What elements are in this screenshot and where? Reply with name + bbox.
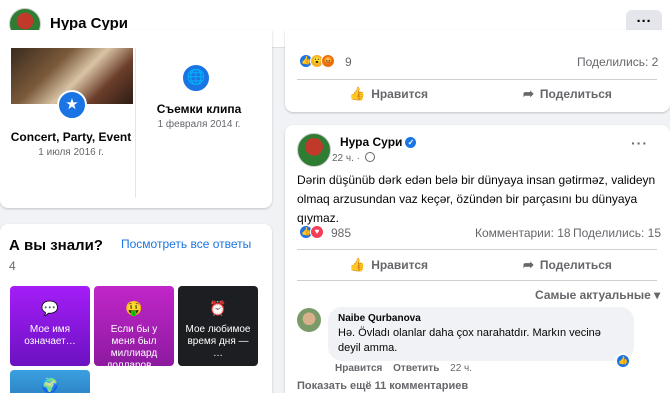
album-title[interactable]: Concert, Party, Event — [6, 130, 136, 144]
comment-like-icon[interactable]: 👍 — [615, 353, 631, 369]
comment-bubble: Naibe Qurbanova Hə. Övladı olanlar daha … — [328, 307, 634, 361]
comment-actions: Нравится Ответить 22 ч. — [335, 363, 472, 374]
like-label: Нравится — [371, 258, 429, 272]
shares-count[interactable]: Поделились: 2 — [577, 55, 658, 69]
album-date: 1 февраля 2014 г. — [157, 119, 241, 130]
love-reaction-icon: ♥ — [310, 225, 324, 239]
reaction-icons[interactable]: 👍 😮 😡 — [299, 54, 335, 68]
share-arrow-icon: ➦ — [523, 257, 534, 272]
tile-text: Мое любимое время дня — … — [185, 324, 251, 359]
reaction-count[interactable]: 985 — [331, 226, 351, 240]
share-button[interactable]: ➦ Поделиться — [523, 257, 612, 273]
verified-badge-icon: ✓ — [405, 137, 417, 148]
author-name: Нура Сури — [340, 135, 403, 149]
like-label: Нравится — [371, 87, 429, 101]
comment-sort-dropdown[interactable]: Самые актуальные ▾ — [535, 288, 660, 302]
post-card: 👍 😮 😡 9 Поделились: 2 👍 Нравится ➦ Подел… — [285, 30, 670, 112]
shares-count[interactable]: Поделились: 15 — [573, 226, 661, 240]
share-arrow-icon: ➦ — [523, 86, 534, 101]
star-icon: ★ — [57, 90, 87, 120]
album-title[interactable]: Съемки клипа — [134, 102, 264, 116]
reaction-icons[interactable]: 👍 ♥ — [299, 225, 324, 239]
see-all-answers-link[interactable]: Посмотреть все ответы — [121, 237, 251, 251]
answer-tile[interactable]: 🤑 Если бы у меня был миллиард долларов… — [94, 286, 174, 366]
comments-count[interactable]: Комментарии: 18 — [475, 226, 571, 240]
globe-icon — [364, 152, 375, 162]
albums-card: ★ Concert, Party, Event 1 июля 2016 г. 🌐… — [0, 30, 272, 208]
share-button[interactable]: ➦ Поделиться — [523, 86, 612, 102]
section-title: А вы знали? — [9, 237, 103, 254]
commenter-avatar[interactable] — [297, 308, 321, 332]
share-label: Поделиться — [539, 258, 612, 272]
globe-icon: 🌍 — [41, 377, 59, 393]
comment-author[interactable]: Naibe Qurbanova — [338, 313, 421, 324]
post-options-button[interactable]: ··· — [631, 135, 648, 151]
did-you-know-card: А вы знали? Посмотреть все ответы 4 💬 Мо… — [0, 224, 272, 393]
divider — [297, 249, 657, 250]
show-more-comments-link[interactable]: Показать ещё 11 комментариев — [297, 380, 468, 392]
comment-like-button[interactable]: Нравится — [335, 363, 382, 374]
answer-tile[interactable]: ⏰ Мое любимое время дня — … — [178, 286, 258, 366]
post-text: Dərin düşünüb dərk edən belə bir dünyaya… — [297, 173, 656, 225]
post-author[interactable]: Нура Сури ✓ — [340, 135, 417, 149]
author-avatar[interactable] — [297, 133, 331, 167]
answer-tile[interactable]: 💬 Мое имя означает… — [10, 286, 90, 366]
thumbs-up-icon: 👍 — [349, 257, 366, 272]
time-text: 22 ч. — [332, 153, 354, 164]
thumbs-up-icon: 👍 — [349, 86, 366, 101]
money-face-icon: 🤑 — [125, 300, 143, 316]
divider — [297, 280, 657, 281]
comment-reply-button[interactable]: Ответить — [393, 363, 439, 374]
divider — [297, 79, 657, 80]
comment-time[interactable]: 22 ч. — [450, 363, 472, 374]
angry-reaction-icon: 😡 — [321, 54, 335, 68]
reaction-count[interactable]: 9 — [345, 55, 352, 69]
post-timestamp[interactable]: 22 ч. · — [332, 152, 375, 164]
album-date: 1 июля 2016 г. — [38, 147, 104, 158]
share-label: Поделиться — [539, 87, 612, 101]
like-button[interactable]: 👍 Нравится — [349, 257, 428, 273]
tile-text: Если бы у меня был миллиард долларов… — [106, 324, 162, 366]
clock-icon: ⏰ — [209, 300, 227, 316]
answer-tile[interactable]: 🌍 — [10, 370, 90, 393]
like-button[interactable]: 👍 Нравится — [349, 86, 428, 102]
speech-bubble-icon: 💬 — [41, 300, 59, 316]
comment-text: Hə. Övladı olanlar daha çox narahatdır. … — [338, 327, 601, 354]
answers-count: 4 — [9, 259, 16, 273]
tile-text: Мое имя означает… — [24, 324, 76, 347]
globe-icon: 🌐 — [181, 63, 211, 93]
post-card: Нура Сури ✓ 22 ч. · ··· Dərin düşünüb dər… — [285, 125, 670, 393]
